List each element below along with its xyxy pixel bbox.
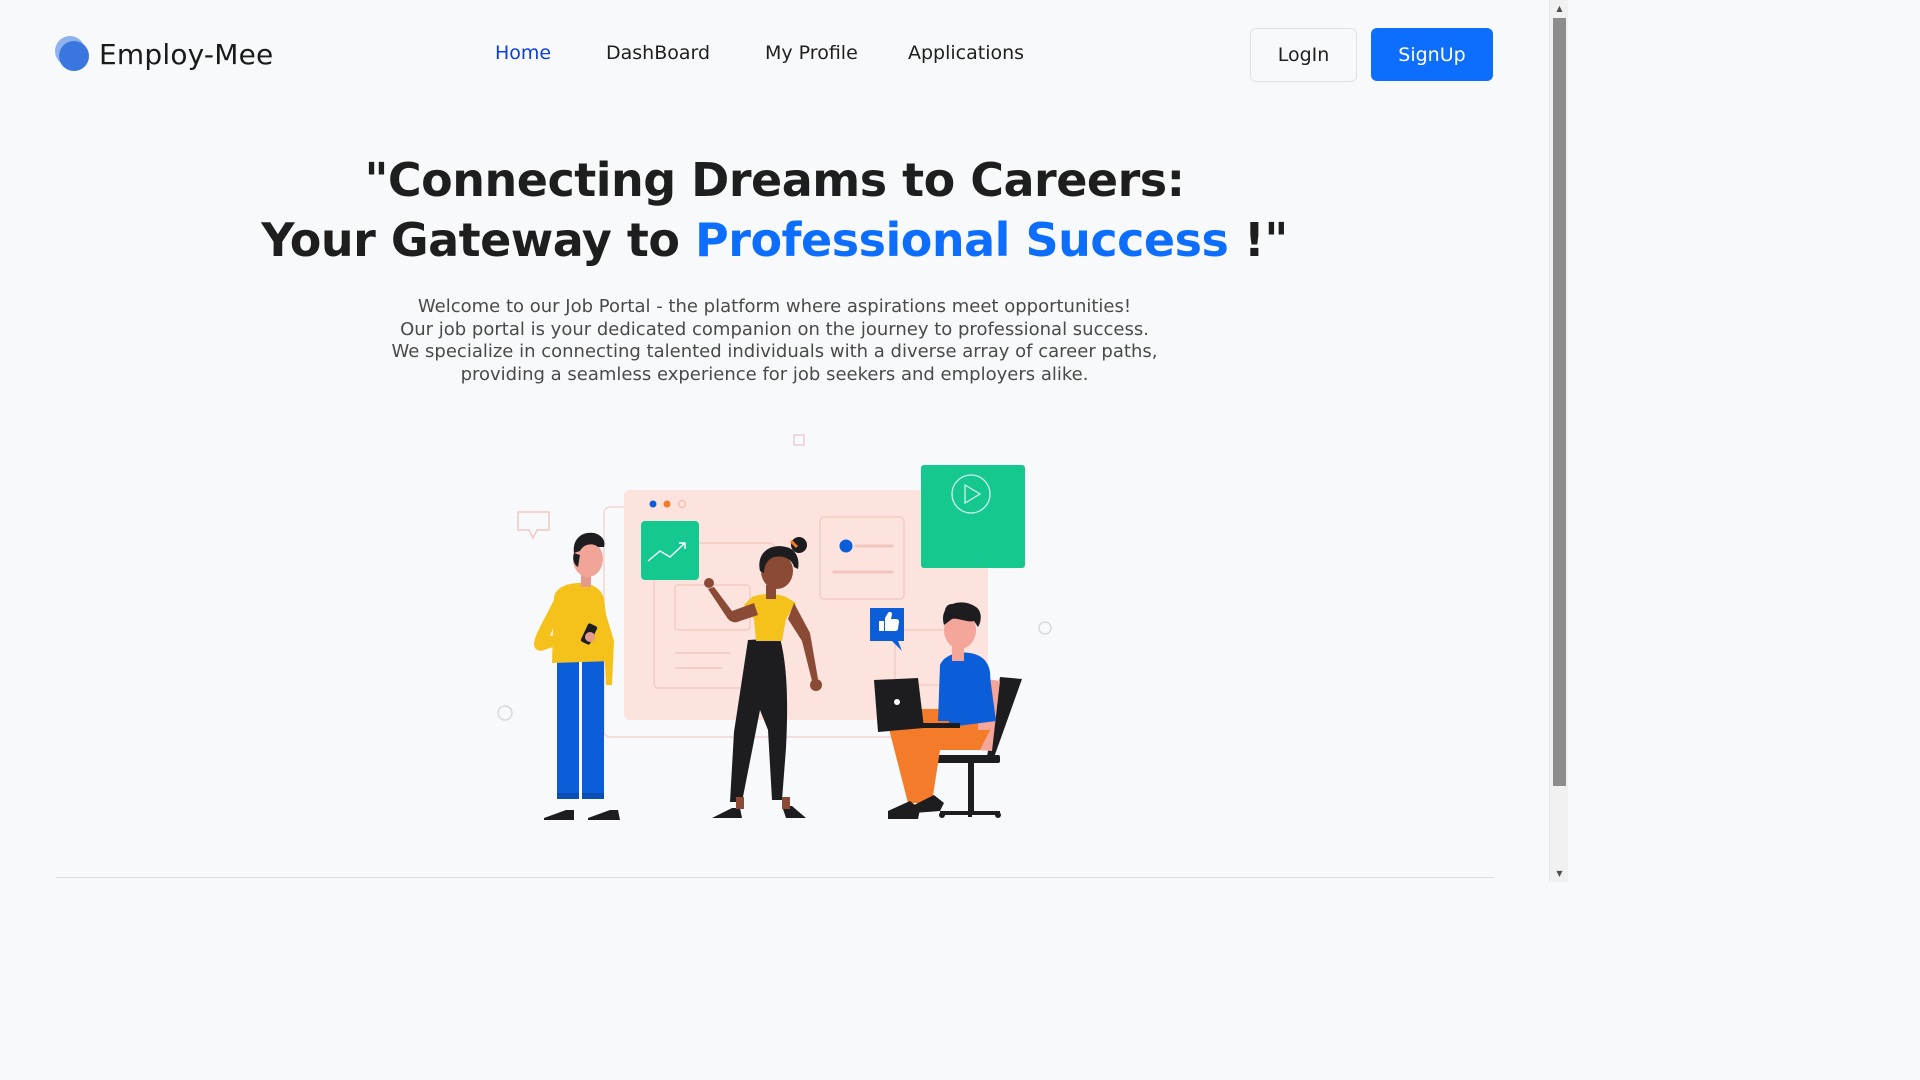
scroll-up-arrow-icon[interactable]: ▲: [1550, 0, 1569, 17]
logo-icon: [55, 36, 89, 72]
brand-name: Employ-Mee: [99, 37, 274, 71]
chart-icon: [641, 521, 699, 580]
hero-subtitle-line: providing a seamless experience for job …: [460, 363, 1089, 385]
footer-divider: [56, 877, 1494, 878]
hero-title-line2-post: !": [1228, 213, 1288, 267]
chat-bubble-icon: [517, 511, 550, 540]
hero-title-line2-pre: Your Gateway to: [261, 213, 696, 267]
signup-button[interactable]: SignUp: [1371, 28, 1493, 81]
nav-dashboard[interactable]: DashBoard: [606, 42, 710, 64]
scroll-thumb[interactable]: [1553, 18, 1566, 786]
scroll-down-arrow-icon[interactable]: ▼: [1550, 865, 1569, 882]
decor-circle: [497, 705, 513, 721]
decor-circle: [1038, 621, 1052, 635]
hero-illustration: [497, 434, 1052, 820]
login-button[interactable]: LogIn: [1250, 28, 1357, 82]
play-icon: [921, 465, 1025, 568]
hero-subtitle-line: We specialize in connecting talented ind…: [391, 341, 1158, 362]
hero-subtitle: Welcome to our Job Portal - the platform…: [0, 296, 1549, 386]
hero-subtitle-line: Our job portal is your dedicated compani…: [400, 318, 1149, 340]
hero-title: "Connecting Dreams to Careers: Your Gate…: [0, 150, 1549, 270]
page: Employ-Mee Home DashBoard My Profile App…: [0, 0, 1549, 882]
page-scrollbar[interactable]: ▲ ▼: [1549, 0, 1568, 882]
nav-home[interactable]: Home: [495, 42, 551, 64]
hero-subtitle-line: Welcome to our Job Portal - the platform…: [417, 296, 1132, 317]
hero-title-accent: Professional Success: [695, 213, 1229, 267]
nav-applications[interactable]: Applications: [908, 42, 1024, 64]
brand-logo[interactable]: Employ-Mee: [55, 36, 273, 72]
hero-title-line1: "Connecting Dreams to Careers:: [364, 153, 1185, 207]
nav-my-profile[interactable]: My Profile: [765, 42, 858, 64]
decor-square: [793, 434, 805, 446]
man-with-phone: [534, 532, 620, 820]
